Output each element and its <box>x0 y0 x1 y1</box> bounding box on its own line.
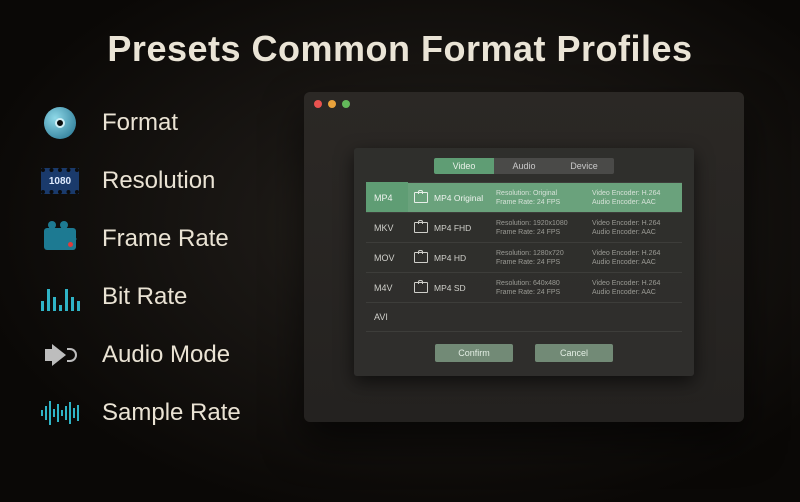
preset-detail: Video Encoder: H.264Audio Encoder: AAC <box>592 189 682 207</box>
confirm-button[interactable]: Confirm <box>435 344 513 362</box>
format-dialog: Video Audio Device MP4 MKV MOV M4V AVI M… <box>354 148 694 376</box>
tab-device[interactable]: Device <box>554 158 614 174</box>
disc-icon <box>40 103 80 143</box>
speaker-icon <box>40 335 80 375</box>
filmstrip-icon: 1080 <box>40 161 80 201</box>
preset-row[interactable]: MP4 HD Resolution: 1280x720Frame Rate: 2… <box>408 242 682 272</box>
cancel-button[interactable]: Cancel <box>535 344 613 362</box>
bars-icon <box>40 277 80 317</box>
feature-label: Audio Mode <box>102 341 230 369</box>
feature-resolution: 1080 Resolution <box>40 152 290 210</box>
preset-name: MP4 FHD <box>434 223 490 233</box>
minimize-icon[interactable] <box>328 100 336 108</box>
feature-label: Sample Rate <box>102 399 241 427</box>
preset-icon <box>414 192 428 203</box>
close-icon[interactable] <box>314 100 322 108</box>
feature-sample-rate: Sample Rate <box>40 384 290 442</box>
camera-icon <box>40 219 80 259</box>
preset-row-empty <box>408 302 682 332</box>
preset-row[interactable]: MP4 Original Resolution: OriginalFrame R… <box>408 182 682 212</box>
preset-detail: Video Encoder: H.264Audio Encoder: AAC <box>592 219 682 237</box>
format-item-m4v[interactable]: M4V <box>366 272 408 302</box>
preset-icon <box>414 222 428 233</box>
tab-audio[interactable]: Audio <box>494 158 554 174</box>
feature-bit-rate: Bit Rate <box>40 268 290 326</box>
feature-label: Frame Rate <box>102 225 229 253</box>
feature-format: Format <box>40 94 290 152</box>
window-controls <box>314 100 350 108</box>
preset-rows: MP4 Original Resolution: OriginalFrame R… <box>408 182 682 332</box>
content: Format 1080 Resolution Frame Rate Bit Ra… <box>0 88 800 442</box>
format-item-mp4[interactable]: MP4 <box>366 182 408 212</box>
feature-label: Resolution <box>102 167 215 195</box>
preset-name: MP4 HD <box>434 253 490 263</box>
format-item-mkv[interactable]: MKV <box>366 212 408 242</box>
dialog-tabs: Video Audio Device <box>434 158 614 174</box>
format-grid: MP4 MKV MOV M4V AVI MP4 Original Resolut… <box>366 182 682 332</box>
preset-detail: Resolution: 1920x1080Frame Rate: 24 FPS <box>496 219 586 237</box>
feature-list: Format 1080 Resolution Frame Rate Bit Ra… <box>0 88 290 442</box>
feature-label: Bit Rate <box>102 283 187 311</box>
preset-icon <box>414 282 428 293</box>
preset-icon <box>414 252 428 263</box>
preset-row[interactable]: MP4 SD Resolution: 640x480Frame Rate: 24… <box>408 272 682 302</box>
preset-detail: Resolution: OriginalFrame Rate: 24 FPS <box>496 189 586 207</box>
waveform-icon <box>40 393 80 433</box>
preset-detail: Video Encoder: H.264Audio Encoder: AAC <box>592 279 682 297</box>
dialog-buttons: Confirm Cancel <box>366 344 682 362</box>
preset-detail: Resolution: 1280x720Frame Rate: 24 FPS <box>496 249 586 267</box>
preset-row[interactable]: MP4 FHD Resolution: 1920x1080Frame Rate:… <box>408 212 682 242</box>
feature-audio-mode: Audio Mode <box>40 326 290 384</box>
format-item-mov[interactable]: MOV <box>366 242 408 272</box>
app-window: Video Audio Device MP4 MKV MOV M4V AVI M… <box>304 92 744 422</box>
tab-video[interactable]: Video <box>434 158 494 174</box>
feature-frame-rate: Frame Rate <box>40 210 290 268</box>
preset-detail: Resolution: 640x480Frame Rate: 24 FPS <box>496 279 586 297</box>
format-column: MP4 MKV MOV M4V AVI <box>366 182 408 332</box>
maximize-icon[interactable] <box>342 100 350 108</box>
feature-label: Format <box>102 109 178 137</box>
preset-name: MP4 SD <box>434 283 490 293</box>
format-item-avi[interactable]: AVI <box>366 302 408 332</box>
page-title: Presets Common Format Profiles <box>0 0 800 88</box>
preset-detail: Video Encoder: H.264Audio Encoder: AAC <box>592 249 682 267</box>
preset-name: MP4 Original <box>434 193 490 203</box>
